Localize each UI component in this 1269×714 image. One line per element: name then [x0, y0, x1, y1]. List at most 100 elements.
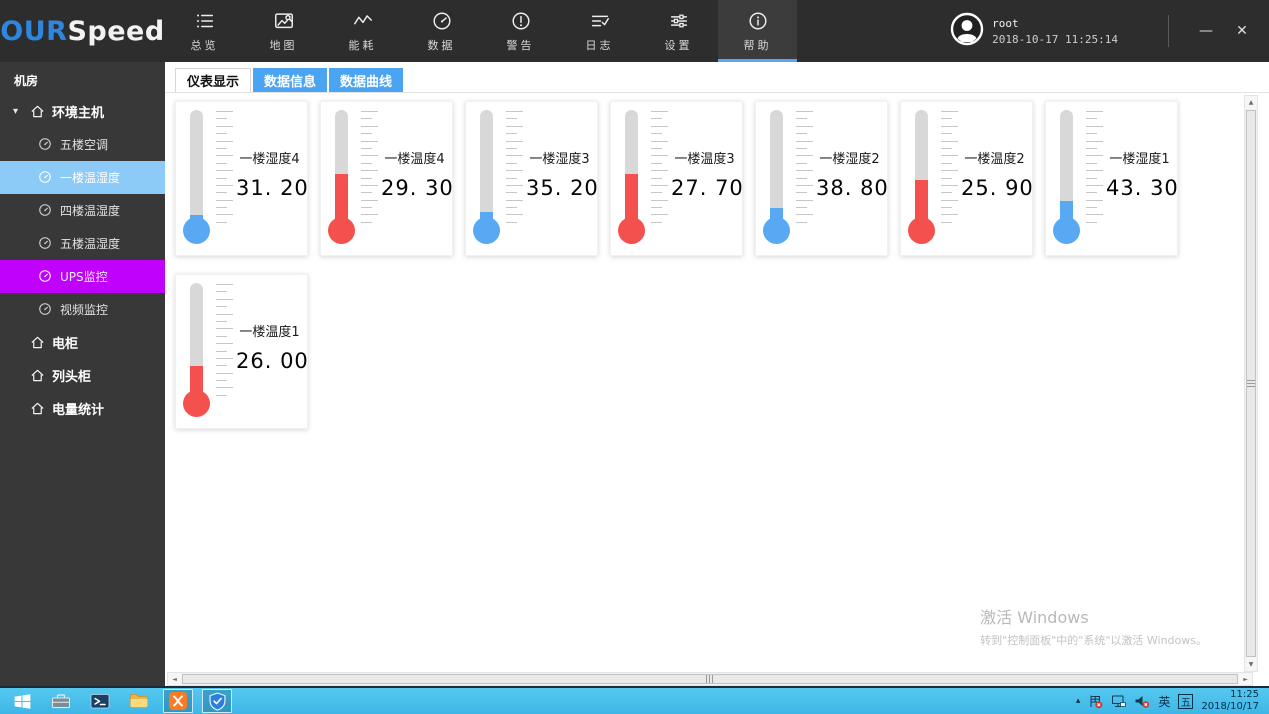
avatar[interactable] — [950, 12, 984, 50]
scale-tick — [796, 133, 807, 134]
sidebar-item-视频监控[interactable]: 视频监控 — [0, 293, 165, 326]
nav-item-label: 地图 — [270, 37, 298, 53]
sidebar-item-四楼温湿度[interactable]: 四楼温湿度 — [0, 194, 165, 227]
sidebar-item-电柜[interactable]: 电柜 — [0, 326, 165, 359]
scale-tick — [941, 207, 952, 208]
gauge-small-icon — [38, 203, 53, 218]
taskbar-app-security[interactable] — [202, 689, 232, 713]
sidebar-item-五楼空调[interactable]: 五楼空调 — [0, 128, 165, 161]
scale-tick — [651, 155, 668, 156]
ime-indicator[interactable]: 五 — [1178, 694, 1193, 709]
taskbar-apps — [0, 689, 232, 713]
thermometer-fill — [625, 174, 638, 221]
nav-item-总览[interactable]: 总览 — [165, 0, 244, 62]
minimize-button[interactable]: — — [1193, 23, 1219, 39]
scale-tick — [216, 126, 233, 127]
nav-item-日志[interactable]: 日志 — [560, 0, 639, 62]
scale-tick — [1086, 170, 1103, 171]
tab-数据曲线[interactable]: 数据曲线 — [329, 68, 403, 92]
network-status-icon[interactable] — [1111, 694, 1126, 709]
nav-item-帮助[interactable]: 帮助 — [718, 0, 797, 62]
nav-item-设置[interactable]: 设置 — [639, 0, 718, 62]
taskbar-clock[interactable]: 11:25 2018/10/17 — [1201, 689, 1263, 714]
app-logo: OURSpeed — [0, 0, 165, 62]
nav-item-label: 能耗 — [349, 37, 377, 53]
thermometer-bulb-icon — [183, 390, 210, 417]
scroll-up-icon[interactable]: ▲ — [1245, 96, 1257, 109]
gauge-value: 27. 70 — [671, 176, 738, 200]
user-block[interactable]: root 2018-10-17 11:25:14 — [950, 12, 1118, 50]
scale-tick — [506, 170, 523, 171]
gauge-value: 31. 20 — [236, 176, 303, 200]
scale-tick — [1086, 192, 1097, 193]
scale-tick — [361, 185, 378, 186]
nav-item-数据[interactable]: 数据 — [402, 0, 481, 62]
scroll-right-icon[interactable]: ► — [1239, 673, 1252, 685]
scroll-left-icon[interactable]: ◄ — [168, 673, 181, 685]
sidebar-item-UPS监控[interactable]: UPS监控 — [0, 260, 165, 293]
hidden-icons-arrow-icon[interactable]: ▴ — [1076, 696, 1081, 706]
vertical-scrollbar[interactable]: ▲ ▼ — [1244, 95, 1258, 672]
scale-tick — [651, 118, 662, 119]
nav-item-能耗[interactable]: 能耗 — [323, 0, 402, 62]
scale-tick — [216, 155, 233, 156]
gauge-icon — [431, 10, 453, 32]
thermometer-bulb-icon — [473, 217, 500, 244]
taskbar-app-powershell[interactable] — [85, 689, 115, 713]
top-bar: OURSpeed 总览地图 能耗 数据警告日志设置 帮助 root 2018-10-1… — [0, 0, 1269, 62]
scale-tick — [796, 170, 813, 171]
log-icon — [589, 10, 611, 32]
volume-muted-icon[interactable] — [1134, 694, 1150, 709]
sidebar-item-一楼温湿度[interactable]: 一楼温湿度 — [0, 161, 165, 194]
scale-tick — [506, 178, 517, 179]
sidebar-item-环境主机[interactable]: ▾环境主机 — [0, 95, 165, 128]
tab-数据信息[interactable]: 数据信息 — [253, 68, 327, 92]
sidebar-item-电量统计[interactable]: 电量统计 — [0, 392, 165, 425]
scale-tick — [216, 395, 227, 396]
scale-tick — [216, 192, 227, 193]
thermometer-scale — [216, 111, 233, 223]
scale-tick — [651, 148, 662, 149]
sidebar-item-列头柜[interactable]: 列头柜 — [0, 359, 165, 392]
thermometer-tube — [480, 110, 493, 221]
scale-tick — [651, 133, 662, 134]
scale-tick — [506, 111, 523, 112]
scale-tick — [216, 373, 233, 374]
thermometer-bulb-icon — [763, 217, 790, 244]
taskbar-app-start[interactable] — [7, 689, 37, 713]
powershell-icon — [90, 691, 110, 711]
taskbar-app-xampp[interactable] — [163, 689, 193, 713]
close-button[interactable]: ✕ — [1229, 23, 1255, 39]
nav-item-label: 设置 — [665, 37, 693, 53]
scale-tick — [361, 155, 378, 156]
scale-tick — [651, 200, 668, 201]
sidebar-item-label: 环境主机 — [52, 102, 104, 121]
gauge-small-icon — [38, 302, 53, 317]
gauge-label: 一楼湿度4 — [236, 148, 303, 167]
scale-tick — [361, 178, 372, 179]
language-indicator[interactable]: 英 — [1158, 693, 1170, 710]
sidebar-item-label: 一楼温湿度 — [60, 169, 120, 186]
scale-tick — [216, 222, 227, 223]
scroll-down-icon[interactable]: ▼ — [1245, 658, 1257, 671]
taskbar-app-file-explorer[interactable] — [124, 689, 154, 713]
gauge-value: 29. 30 — [381, 176, 448, 200]
gauge-info: 一楼温度429. 30 — [381, 148, 448, 200]
horizontal-scrollbar-thumb[interactable] — [182, 674, 1238, 684]
home-icon — [30, 104, 45, 119]
taskbar-app-server-manager[interactable] — [46, 689, 76, 713]
sidebar-item-五楼温湿度[interactable]: 五楼温湿度 — [0, 227, 165, 260]
nav-item-警告[interactable]: 警告 — [481, 0, 560, 62]
horizontal-scrollbar[interactable]: ◄ ► — [167, 672, 1253, 686]
scale-tick — [796, 214, 813, 215]
vertical-scrollbar-thumb[interactable] — [1246, 110, 1256, 657]
thermometer-fill — [915, 180, 928, 221]
tab-仪表显示[interactable]: 仪表显示 — [175, 68, 251, 92]
scale-tick — [796, 178, 807, 179]
gauge-label: 一楼温度2 — [961, 148, 1028, 167]
action-center-flag-icon[interactable] — [1088, 694, 1103, 709]
nav-item-地图[interactable]: 地图 — [244, 0, 323, 62]
scale-tick — [796, 141, 813, 142]
scale-tick — [216, 207, 227, 208]
scale-tick — [506, 207, 517, 208]
